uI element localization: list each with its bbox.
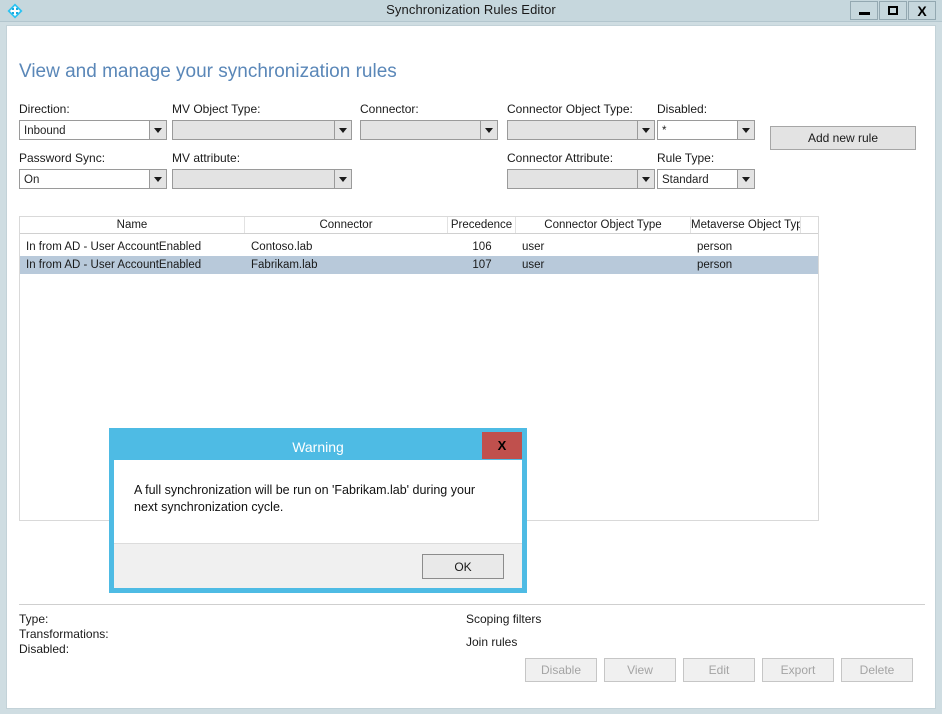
cell-connector-object-type: user	[522, 259, 545, 271]
edit-button[interactable]: Edit	[683, 658, 755, 682]
chevron-down-icon[interactable]	[334, 121, 351, 139]
dialog-ok-button[interactable]: OK	[422, 554, 504, 579]
dialog-body: A full synchronization will be run on 'F…	[114, 460, 522, 543]
label-mv-object-type: MV Object Type:	[172, 102, 261, 116]
cell-name: In from AD - User AccountEnabled	[26, 259, 202, 271]
view-button[interactable]: View	[604, 658, 676, 682]
chevron-down-icon[interactable]	[480, 121, 497, 139]
cell-connector: Contoso.lab	[251, 241, 313, 253]
password-sync-dropdown[interactable]: On	[19, 169, 167, 189]
table-row[interactable]: In from AD - User AccountEnabled Contoso…	[20, 238, 818, 256]
cell-precedence: 106	[472, 241, 492, 253]
label-connector-object-type: Connector Object Type:	[507, 102, 633, 116]
dialog-title-bar: Warning X	[114, 432, 522, 460]
column-header-connector-object-type[interactable]: Connector Object Type	[516, 217, 691, 233]
mv-attribute-value	[173, 170, 334, 188]
maximize-button[interactable]	[879, 1, 907, 20]
disabled-value: *	[662, 125, 667, 137]
disabled-dropdown[interactable]: *	[657, 120, 755, 140]
minimize-button[interactable]	[850, 1, 878, 20]
label-connector-attribute: Connector Attribute:	[507, 151, 614, 165]
dialog-message: A full synchronization will be run on 'F…	[134, 483, 476, 514]
sync-rules-editor-window: Synchronization Rules Editor X View and …	[0, 0, 942, 714]
add-new-rule-button[interactable]: Add new rule	[770, 126, 916, 150]
client-area: View and manage your synchronization rul…	[6, 25, 936, 709]
detail-label-transformations: Transformations:	[19, 627, 109, 641]
detail-label-disabled: Disabled:	[19, 642, 70, 656]
label-password-sync: Password Sync:	[19, 151, 106, 165]
mv-attribute-dropdown[interactable]	[172, 169, 352, 189]
column-header-connector[interactable]: Connector	[245, 217, 448, 233]
close-icon: X	[917, 2, 927, 19]
dialog-footer: OK	[114, 543, 522, 588]
column-header-metaverse-object-type[interactable]: Metaverse Object Type	[691, 217, 801, 233]
direction-dropdown[interactable]: Inbound	[19, 120, 167, 140]
chevron-down-icon[interactable]	[149, 170, 166, 188]
cell-metaverse-object-type: person	[697, 241, 733, 253]
column-header-name[interactable]: Name	[20, 217, 245, 233]
window-title: Synchronization Rules Editor	[386, 2, 556, 17]
table-header-row: Name Connector Precedence Connector Obje…	[20, 217, 818, 234]
connector-attribute-value	[508, 170, 637, 188]
label-direction: Direction:	[19, 102, 70, 116]
title-bar: Synchronization Rules Editor X	[0, 0, 942, 22]
cell-connector: Fabrikam.lab	[251, 259, 318, 271]
disable-button[interactable]: Disable	[525, 658, 597, 682]
details-divider	[19, 604, 925, 605]
chevron-down-icon[interactable]	[149, 121, 166, 139]
cell-metaverse-object-type: person	[697, 259, 733, 271]
connector-value	[361, 121, 480, 139]
column-header-filler	[801, 217, 818, 233]
chevron-down-icon[interactable]	[737, 121, 754, 139]
password-sync-value: On	[24, 174, 40, 186]
window-controls: X	[850, 1, 936, 20]
connector-object-type-dropdown[interactable]	[507, 120, 655, 140]
export-button[interactable]: Export	[762, 658, 834, 682]
mv-object-type-value	[173, 121, 334, 139]
detail-label-join-rules: Join rules	[466, 635, 518, 649]
chevron-down-icon[interactable]	[737, 170, 754, 188]
chevron-down-icon[interactable]	[637, 121, 654, 139]
label-mv-attribute: MV attribute:	[172, 151, 241, 165]
close-button[interactable]: X	[908, 1, 936, 20]
mv-object-type-dropdown[interactable]	[172, 120, 352, 140]
direction-value: Inbound	[24, 125, 66, 137]
connector-dropdown[interactable]	[360, 120, 498, 140]
column-header-precedence[interactable]: Precedence	[448, 217, 516, 233]
delete-button[interactable]: Delete	[841, 658, 913, 682]
minimize-icon	[858, 11, 870, 15]
connector-attribute-dropdown[interactable]	[507, 169, 655, 189]
dialog-close-button[interactable]: X	[482, 432, 522, 459]
table-row[interactable]: In from AD - User AccountEnabled Fabrika…	[20, 256, 818, 274]
detail-label-scoping-filters: Scoping filters	[466, 612, 542, 626]
connector-object-type-value	[508, 121, 637, 139]
maximize-icon	[888, 6, 898, 15]
cell-connector-object-type: user	[522, 241, 545, 253]
label-connector: Connector:	[360, 102, 419, 116]
cell-precedence: 107	[472, 259, 492, 271]
label-rule-type: Rule Type:	[657, 151, 715, 165]
cell-name: In from AD - User AccountEnabled	[26, 241, 202, 253]
chevron-down-icon[interactable]	[637, 170, 654, 188]
rule-type-value: Standard	[662, 174, 709, 186]
rule-type-dropdown[interactable]: Standard	[657, 169, 755, 189]
detail-label-type: Type:	[19, 612, 49, 626]
warning-dialog: Warning X A full synchronization will be…	[109, 428, 527, 593]
page-title: View and manage your synchronization rul…	[19, 60, 397, 82]
label-disabled: Disabled:	[657, 102, 708, 116]
dialog-title: Warning	[292, 438, 344, 455]
chevron-down-icon[interactable]	[334, 170, 351, 188]
